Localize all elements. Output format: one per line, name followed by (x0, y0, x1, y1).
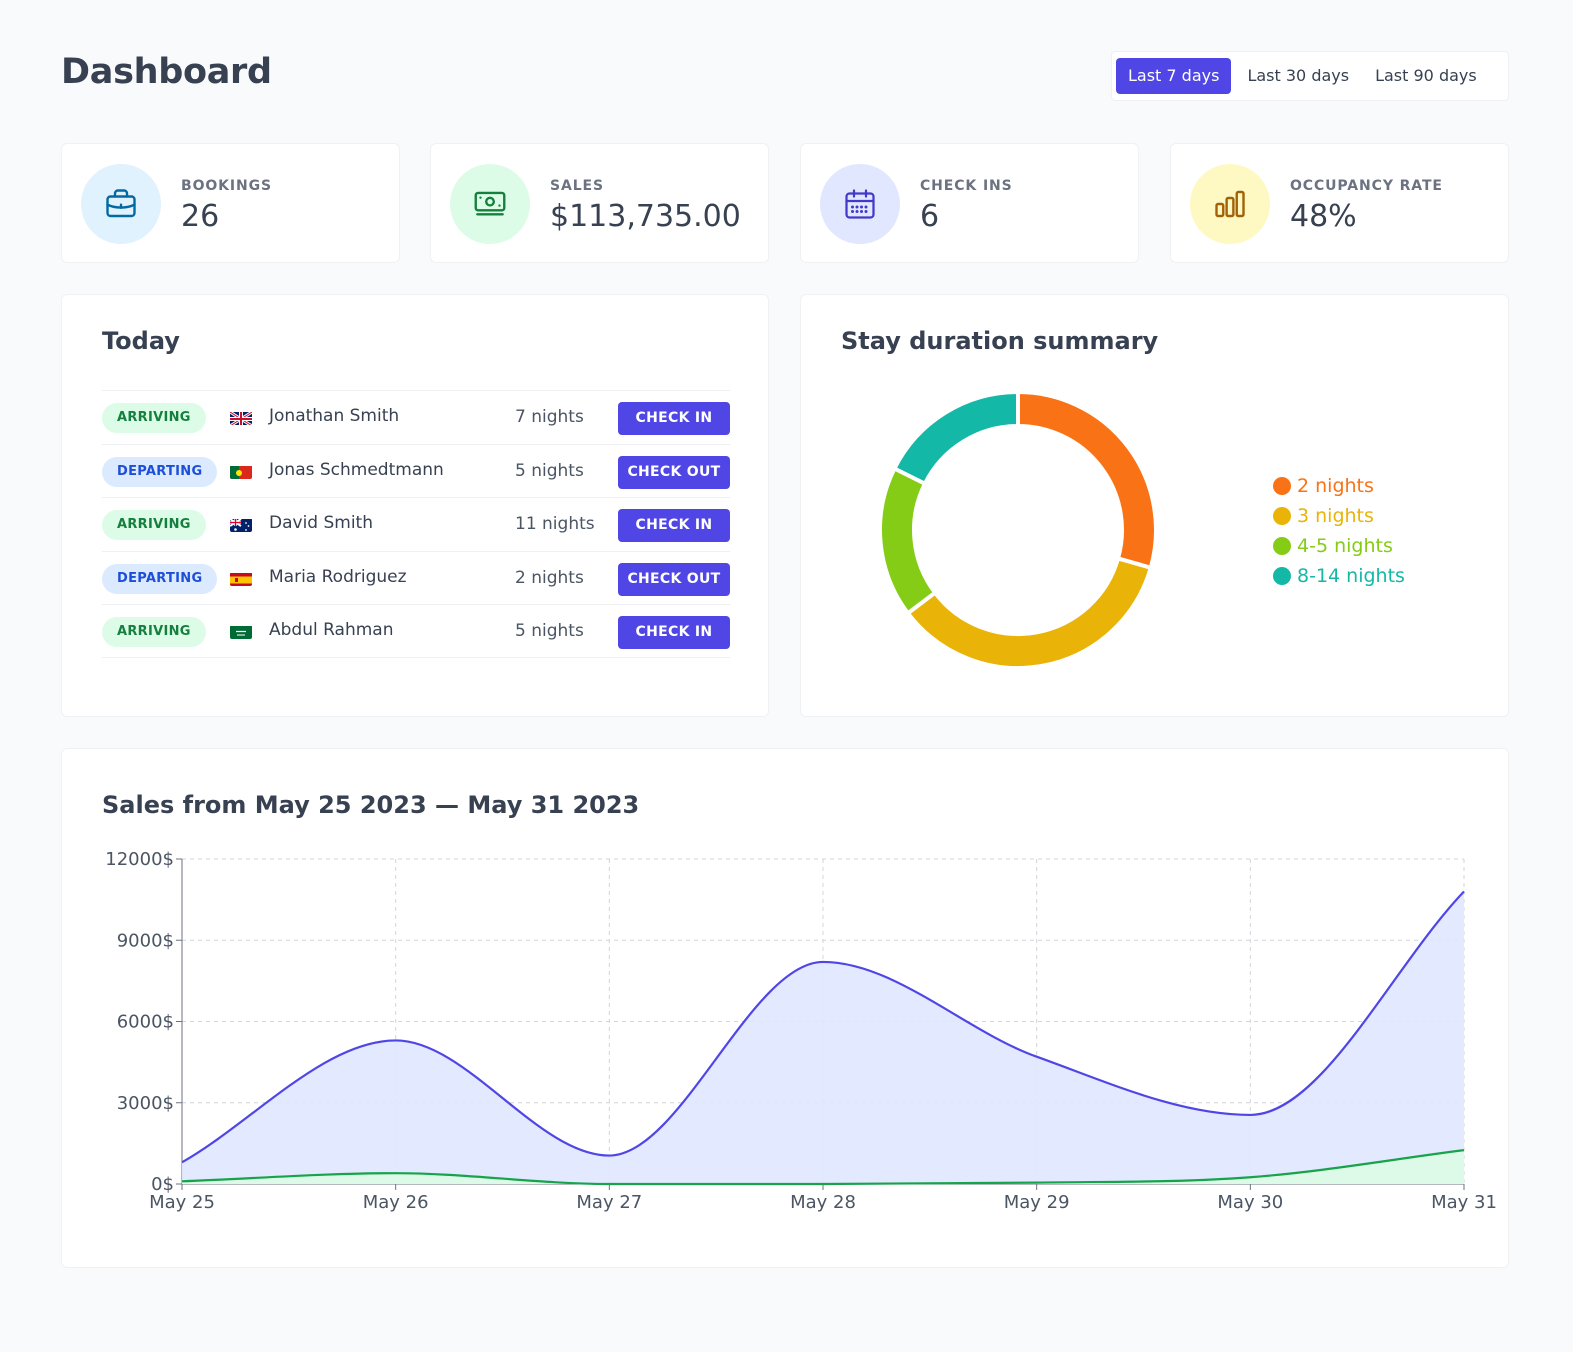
stat-label: OCCUPANCY RATE (1290, 178, 1443, 194)
today-row: DEPARTING Maria Rodriguez 2 nights CHECK… (102, 550, 730, 605)
legend-dot (1273, 537, 1291, 555)
spain-flag-icon (230, 572, 252, 586)
today-row: ARRIVING David Smith 11 nights CHECK IN (102, 497, 730, 551)
guest-nights: 5 nights (515, 621, 584, 641)
today-row: ARRIVING Abdul Rahman 5 nights CHECK IN (102, 604, 730, 658)
legend-item: 3 nights (1273, 501, 1405, 531)
check-out-button[interactable]: CHECK OUT (618, 562, 730, 596)
stat-label: SALES (550, 178, 604, 194)
stat-card-occupancy-rate: OCCUPANCY RATE 48% (1170, 143, 1509, 263)
legend-label: 2 nights (1297, 475, 1374, 497)
today-row: ARRIVING Jonathan Smith 7 nights CHECK I… (102, 390, 730, 444)
donut-slice (878, 465, 938, 616)
y-tick-label: 9000$ (117, 930, 174, 951)
status-badge: ARRIVING (102, 403, 206, 433)
stat-card-check-ins: CHECK INS 6 (800, 143, 1139, 263)
today-card: Today ARRIVING Jonathan Smith 7 nights C… (61, 294, 769, 717)
status-badge: ARRIVING (102, 510, 206, 540)
sales-area-chart: 0$3000$6000$9000$12000$May 25 May 26 May 2… (105, 849, 1497, 1213)
stat-value: 6 (920, 199, 940, 234)
portugal-flag-icon (230, 465, 252, 479)
donut-slice (905, 555, 1154, 670)
y-tick-label: 6000$ (117, 1012, 174, 1033)
uk-flag-icon (230, 411, 252, 425)
y-tick-label: 3000$ (117, 1093, 174, 1114)
guest-nights: 11 nights (515, 514, 595, 534)
today-title: Today (102, 327, 180, 355)
legend-dot (1273, 507, 1291, 525)
range-last-7-days-button[interactable]: Last 7 days (1116, 58, 1232, 94)
stat-value: 26 (181, 199, 220, 234)
range-last-30-days-button[interactable]: Last 30 days (1235, 58, 1361, 94)
x-tick-label: May 29 (1004, 1192, 1070, 1213)
legend-label: 8-14 nights (1297, 565, 1405, 587)
stay-duration-legend: 2 nights 3 nights 4-5 nights 8-14 nights (1273, 471, 1405, 591)
guest-name: Jonathan Smith (269, 406, 400, 426)
legend-label: 4-5 nights (1297, 535, 1393, 557)
date-range-filter: Last 7 days Last 30 days Last 90 days (1111, 51, 1509, 101)
x-tick-label: May 27 (576, 1192, 642, 1213)
stat-label: CHECK INS (920, 178, 1013, 194)
check-in-button[interactable]: CHECK IN (618, 616, 730, 649)
stat-label: BOOKINGS (181, 178, 273, 194)
stay-duration-title: Stay duration summary (841, 327, 1159, 355)
status-badge: DEPARTING (102, 563, 218, 594)
bar-chart-icon (1190, 164, 1270, 244)
guest-nights: 2 nights (515, 567, 584, 588)
legend-dot (1273, 567, 1291, 585)
check-out-button[interactable]: CHECK OUT (618, 455, 730, 489)
guest-nights: 7 nights (515, 407, 584, 427)
stay-duration-card: Stay duration summary 2 nights 3 nights 4-… (800, 294, 1509, 717)
stat-value: 48% (1290, 199, 1357, 234)
x-tick-label: May 30 (1217, 1192, 1283, 1213)
legend-label: 3 nights (1297, 505, 1374, 527)
x-tick-label: May 25 (149, 1192, 215, 1213)
x-tick-label: May 26 (363, 1192, 429, 1213)
guest-name: Abdul Rahman (269, 620, 394, 640)
range-last-90-days-button[interactable]: Last 90 days (1363, 58, 1489, 94)
series-area (182, 891, 1464, 1184)
stat-value: $113,735.00 (550, 199, 741, 234)
status-badge: ARRIVING (102, 617, 206, 647)
guest-name: Maria Rodriguez (269, 566, 407, 587)
stay-duration-donut-chart (878, 389, 1158, 670)
guest-name: Jonas Schmedtmann (269, 459, 444, 480)
sales-card: Sales from May 25 2023 — May 31 2023 0$ 3… (61, 748, 1509, 1268)
australia-flag-icon (230, 518, 252, 532)
donut-slice (891, 389, 1020, 487)
banknote-icon (450, 164, 530, 244)
briefcase-icon (81, 164, 161, 244)
legend-item: 4-5 nights (1273, 531, 1405, 561)
x-tick-label: May 31 (1431, 1192, 1497, 1213)
guest-name: David Smith (269, 513, 374, 533)
stat-card-bookings: BOOKINGS 26 (61, 143, 400, 263)
legend-dot (1273, 477, 1291, 495)
guest-nights: 5 nights (515, 460, 584, 481)
saudi-arabia-flag-icon (230, 625, 252, 639)
legend-item: 8-14 nights (1273, 561, 1405, 591)
x-tick-label: May 28 (790, 1192, 856, 1213)
donut-slice (1016, 389, 1158, 571)
status-badge: DEPARTING (102, 456, 218, 487)
legend-item: 2 nights (1273, 471, 1405, 501)
calendar-icon (820, 164, 900, 244)
y-tick-label: 12000$ (105, 849, 174, 870)
today-row: DEPARTING Jonas Schmedtmann 5 nights CHE… (102, 443, 730, 498)
page-title: Dashboard (61, 52, 272, 92)
today-list: ARRIVING Jonathan Smith 7 nights CHECK I… (102, 390, 730, 658)
check-in-button[interactable]: CHECK IN (618, 402, 730, 435)
stat-card-sales: SALES $113,735.00 (430, 143, 769, 263)
check-in-button[interactable]: CHECK IN (618, 509, 730, 542)
